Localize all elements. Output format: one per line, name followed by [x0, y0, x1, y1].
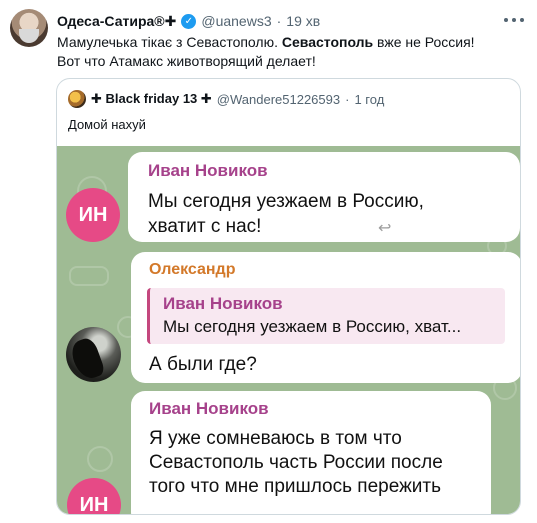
chat-message-bubble: Иван Новиков Я уже сомневаюсь в том что …: [131, 391, 491, 514]
tweet-text: Мамулечька тікає з Севастополю. Севастоп…: [57, 33, 527, 71]
quoted-tweet-text: Домой нахуй: [68, 117, 146, 132]
more-options-icon[interactable]: [504, 12, 524, 28]
separator-dot: ·: [276, 13, 282, 29]
quoted-author-name[interactable]: ✚ Black friday 13 ✚: [91, 91, 212, 107]
chat-message-bubble: Иван Новиков Мы сегодня уезжаем в Россию…: [128, 152, 520, 242]
chat-reply-text: Мы сегодня уезжаем в Россию, хват...: [163, 317, 462, 336]
verified-badge-icon: ✓: [181, 13, 197, 29]
tweet-header: Одеса-Сатира®✚ ✓ @uanews3 · 19 хв: [57, 11, 320, 31]
chat-reply-sender: Иван Новиков: [163, 294, 283, 313]
author-name[interactable]: Одеса-Сатира®✚: [57, 13, 176, 30]
reply-arrow-icon: ↩: [378, 220, 392, 237]
tweet-text-line: Вот что Атамакс животворящий делает!: [57, 53, 316, 69]
chat-avatar-initials: ИН: [66, 188, 120, 242]
quoted-tweet-header: ✚ Black friday 13 ✚ @Wandere51226593 · 1…: [68, 90, 384, 108]
chat-message-bubble: Олександр Иван Новиков Мы сегодня уезжае…: [131, 252, 520, 383]
chat-message-line: Мы сегодня уезжаем в Россию,: [148, 191, 424, 212]
tweet[interactable]: Одеса-Сатира®✚ ✓ @uanews3 · 19 хв Мамуле…: [0, 0, 537, 523]
quoted-author-avatar[interactable]: [68, 90, 86, 108]
tweet-text-part: вже не Россия!: [373, 34, 475, 50]
chat-message-line: А были где?: [149, 354, 257, 375]
chat-reply-quote: Иван Новиков Мы сегодня уезжаем в Россию…: [147, 288, 505, 344]
author-handle[interactable]: @uanews3: [201, 13, 271, 29]
tweet-text-bold: Севастополь: [281, 34, 374, 50]
tweet-timestamp[interactable]: 19 хв: [286, 13, 320, 29]
chat-message-line: Севастополь часть России после: [149, 452, 443, 473]
chat-avatar-initials: ИН: [67, 478, 121, 514]
chat-message-line: хватит с нас!: [148, 216, 262, 237]
chat-avatar-photo: [66, 327, 121, 382]
quoted-author-handle[interactable]: @Wandere51226593: [217, 92, 340, 107]
quoted-tweet[interactable]: ✚ Black friday 13 ✚ @Wandere51226593 · 1…: [56, 78, 521, 515]
chat-screenshot-image[interactable]: ИН Иван Новиков Мы сегодня уезжаем в Рос…: [57, 146, 520, 514]
quoted-timestamp[interactable]: 1 год: [354, 92, 384, 107]
chat-sender-name: Олександр: [149, 261, 236, 278]
tweet-text-part: Мамулечька тікає з Севастополю.: [57, 34, 282, 50]
chat-sender-name: Иван Новиков: [149, 399, 269, 418]
chat-message-line: того что мне пришлось пережить: [149, 476, 442, 497]
separator-dot: ·: [345, 91, 350, 107]
chat-sender-name: Иван Новиков: [148, 161, 268, 180]
author-avatar[interactable]: [10, 9, 48, 47]
chat-message-line: Я уже сомневаюсь в том что: [149, 428, 402, 449]
